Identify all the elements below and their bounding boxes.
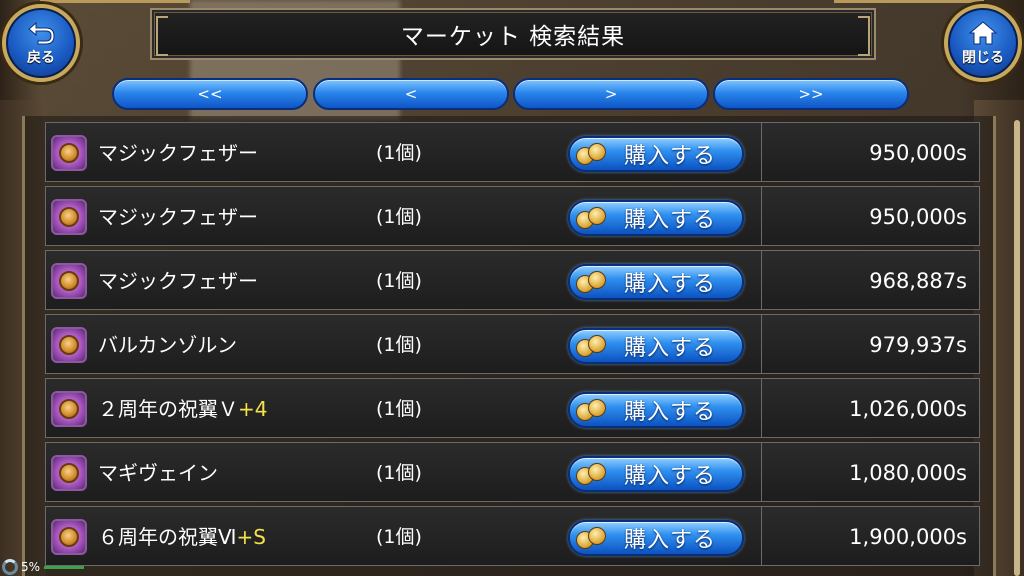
coins-icon [576, 461, 610, 487]
item-quantity: (1個) [376, 142, 422, 164]
item-quantity: (1個) [376, 526, 422, 548]
buy-button-label: 購入する [624, 144, 717, 169]
item-name: ６周年の祝翼Ⅵ+S [98, 525, 266, 549]
item-name: マジックフェザー [98, 141, 258, 165]
buy-button-label: 購入する [624, 208, 717, 233]
coins-icon [576, 269, 610, 295]
pager: << < > >> [112, 78, 912, 110]
coins-icon [576, 333, 610, 359]
price-cell: 1,026,000s [761, 379, 979, 437]
close-button-label: 閉じる [962, 49, 1004, 66]
item-name: マジックフェザー [98, 205, 258, 229]
feather-orb-icon [51, 391, 87, 427]
item-price: 950,000s [869, 205, 967, 229]
listing-row: ２周年の祝翼Ｖ+4 (1個) 購入する 1,026,000s [45, 378, 980, 438]
feather-orb-icon [51, 455, 87, 491]
close-button[interactable]: 閉じる [944, 4, 1022, 82]
item-name: バルカンゾルン [98, 333, 237, 357]
item-quantity: (1個) [376, 334, 422, 356]
loading-bar [44, 565, 85, 569]
price-cell: 950,000s [761, 123, 979, 181]
buy-button-label: 購入する [624, 400, 717, 425]
listing-row: バルカンゾルン (1個) 購入する 979,937s [45, 314, 980, 374]
pager-last-button[interactable]: >> [713, 78, 909, 110]
price-cell: 979,937s [761, 315, 979, 373]
feather-orb-icon [51, 263, 87, 299]
buy-button[interactable]: 購入する [568, 456, 744, 492]
item-price: 968,887s [869, 269, 967, 293]
pager-prev-button[interactable]: < [313, 78, 509, 110]
back-button-label: 戻る [27, 49, 55, 66]
buy-button-label: 購入する [624, 272, 717, 297]
item-quantity: (1個) [376, 462, 422, 484]
price-cell: 950,000s [761, 187, 979, 245]
item-price: 950,000s [869, 141, 967, 165]
feather-orb-icon [51, 199, 87, 235]
item-price: 1,900,000s [849, 525, 967, 549]
coins-icon [576, 525, 610, 551]
pager-first-button[interactable]: << [112, 78, 308, 110]
buy-button-label: 購入する [624, 528, 717, 553]
home-icon [968, 20, 998, 44]
listing-row: マジックフェザー (1個) 購入する 950,000s [45, 122, 980, 182]
listing-row: ６周年の祝翼Ⅵ+S (1個) 購入する 1,900,000s [45, 506, 980, 566]
feather-orb-icon [51, 135, 87, 171]
back-arrow-icon [28, 21, 55, 44]
price-cell: 1,080,000s [761, 443, 979, 501]
coins-icon [576, 397, 610, 423]
coins-icon [576, 205, 610, 231]
item-price: 979,937s [869, 333, 967, 357]
item-name: マジックフェザー [98, 269, 258, 293]
buy-button[interactable]: 購入する [568, 264, 744, 300]
pager-next-button[interactable]: > [513, 78, 709, 110]
loading-percent: 5% [21, 560, 41, 574]
scrollbar[interactable] [1014, 120, 1020, 576]
price-cell: 968,887s [761, 251, 979, 309]
loading-spinner-icon [2, 559, 18, 575]
loading-status: 5% [0, 558, 120, 576]
back-button[interactable]: 戻る [2, 4, 80, 82]
price-cell: 1,900,000s [761, 507, 979, 565]
buy-button[interactable]: 購入する [568, 200, 744, 236]
listing-row: マジックフェザー (1個) 購入する 950,000s [45, 186, 980, 246]
item-quantity: (1個) [376, 398, 422, 420]
coins-icon [576, 141, 610, 167]
item-price: 1,026,000s [849, 397, 967, 421]
enhancement-level: +4 [238, 397, 268, 421]
buy-button-label: 購入する [624, 464, 717, 489]
item-name: ２周年の祝翼Ｖ+4 [98, 397, 268, 421]
listing-row: マギヴェイン (1個) 購入する 1,080,000s [45, 442, 980, 502]
item-quantity: (1個) [376, 270, 422, 292]
buy-button[interactable]: 購入する [568, 520, 744, 556]
item-quantity: (1個) [376, 206, 422, 228]
enhancement-level: +S [236, 525, 266, 549]
buy-button-label: 購入する [624, 336, 717, 361]
item-price: 1,080,000s [849, 461, 967, 485]
item-name: マギヴェイン [98, 461, 218, 485]
listing-row: マジックフェザー (1個) 購入する 968,887s [45, 250, 980, 310]
buy-button[interactable]: 購入する [568, 328, 744, 364]
feather-orb-icon [51, 327, 87, 363]
title-bar: マーケット 検索結果 [150, 8, 876, 60]
buy-button[interactable]: 購入する [568, 392, 744, 428]
page-title: マーケット 検索結果 [400, 24, 626, 50]
feather-orb-icon [51, 519, 87, 555]
buy-button[interactable]: 購入する [568, 136, 744, 172]
